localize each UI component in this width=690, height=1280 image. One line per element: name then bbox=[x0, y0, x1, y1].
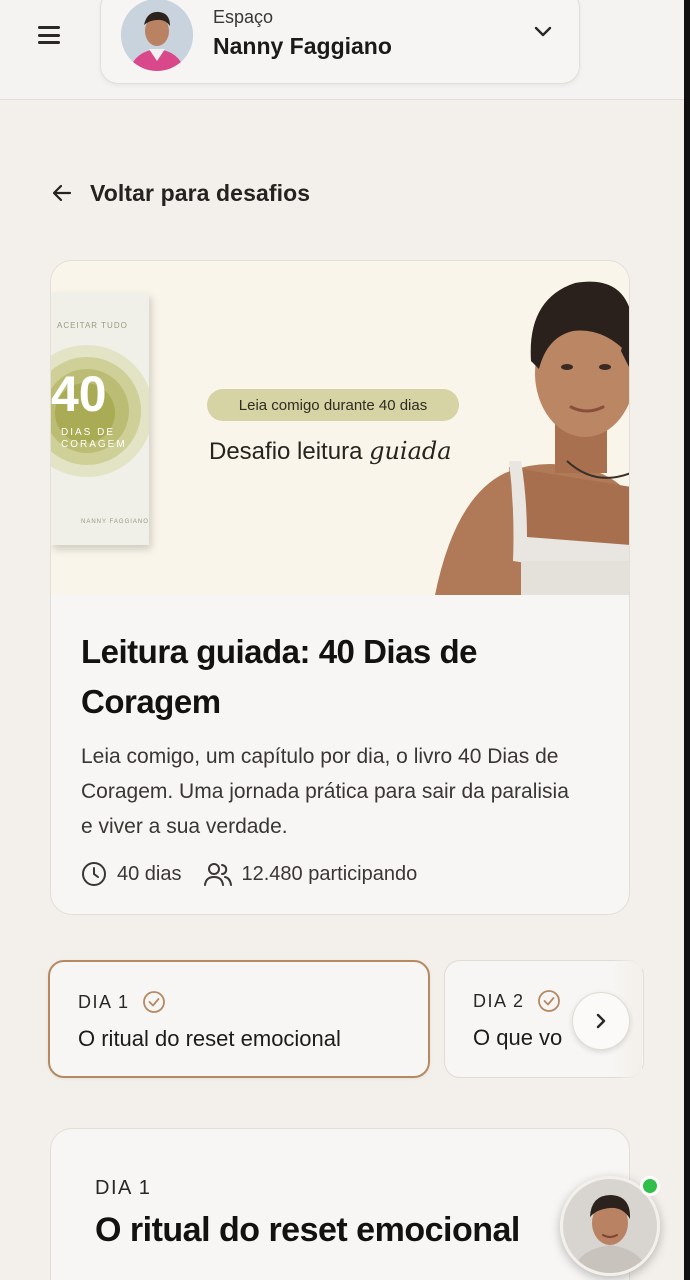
duration-info: 40 dias bbox=[81, 861, 182, 887]
day-card-1[interactable]: DIA 1 O ritual do reset emocional bbox=[48, 960, 430, 1078]
challenge-description: Leia comigo, um capítulo por dia, o livr… bbox=[81, 745, 569, 838]
detail-title: O ritual do reset emocional bbox=[95, 1211, 520, 1249]
participants-text: 12.480 participando bbox=[241, 862, 418, 885]
book-cover-image: ACEITAR TUDO 40 DIAS DE CORAGEM NANNY FAG… bbox=[51, 293, 149, 545]
host-photo bbox=[435, 281, 629, 595]
space-name: Nanny Faggiano bbox=[213, 33, 392, 59]
participants-info: 12.480 participando bbox=[203, 861, 418, 887]
day-number: DIA 1 bbox=[78, 991, 130, 1012]
day-card-label: DIA 2 bbox=[473, 989, 561, 1013]
book-number: 40 bbox=[51, 366, 107, 422]
online-status-dot bbox=[640, 1176, 660, 1196]
space-avatar bbox=[121, 0, 193, 71]
space-label: Espaço bbox=[213, 7, 274, 27]
clock-icon bbox=[82, 862, 106, 886]
space-switcher[interactable]: Espaço Nanny Faggiano bbox=[100, 0, 580, 84]
day-card-title: O ritual do reset emocional bbox=[78, 1026, 341, 1051]
banner-pill: Leia comigo durante 40 dias bbox=[207, 389, 459, 421]
challenge-meta: 40 dias 12.480 participando bbox=[81, 861, 417, 887]
check-circle-icon bbox=[142, 991, 165, 1013]
day-number: DIA 2 bbox=[473, 990, 525, 1011]
challenge-banner: ACEITAR TUDO 40 DIAS DE CORAGEM NANNY FAG… bbox=[51, 261, 629, 595]
day-card-label: DIA 1 bbox=[78, 990, 166, 1014]
banner-headline: Desafio leitura guiada bbox=[209, 437, 452, 466]
chevron-right-icon bbox=[596, 1013, 606, 1029]
challenge-card: ACEITAR TUDO 40 DIAS DE CORAGEM NANNY FAG… bbox=[50, 260, 630, 915]
challenge-title: Leitura guiada: 40 Dias de Coragem bbox=[81, 633, 477, 720]
users-icon bbox=[203, 863, 232, 886]
carousel-next-button[interactable] bbox=[572, 992, 630, 1050]
check-circle-icon bbox=[537, 990, 560, 1012]
chevron-down-icon bbox=[534, 26, 552, 37]
top-bar: Espaço Nanny Faggiano bbox=[0, 0, 684, 100]
hamburger-menu-icon[interactable] bbox=[36, 24, 62, 46]
duration-text: 40 dias bbox=[117, 862, 182, 885]
back-to-challenges-link[interactable]: Voltar para desafios bbox=[50, 176, 310, 210]
banner-headline-text: Desafio leitura bbox=[209, 438, 370, 465]
back-link-label: Voltar para desafios bbox=[90, 179, 311, 206]
day-card-title: O que vo bbox=[473, 1025, 563, 1050]
detail-day-label: DIA 1 bbox=[95, 1177, 152, 1199]
arrow-left-icon bbox=[52, 184, 72, 202]
day-detail-card: DIA 1 O ritual do reset emocional bbox=[50, 1128, 630, 1280]
screen-edge bbox=[684, 0, 690, 1280]
